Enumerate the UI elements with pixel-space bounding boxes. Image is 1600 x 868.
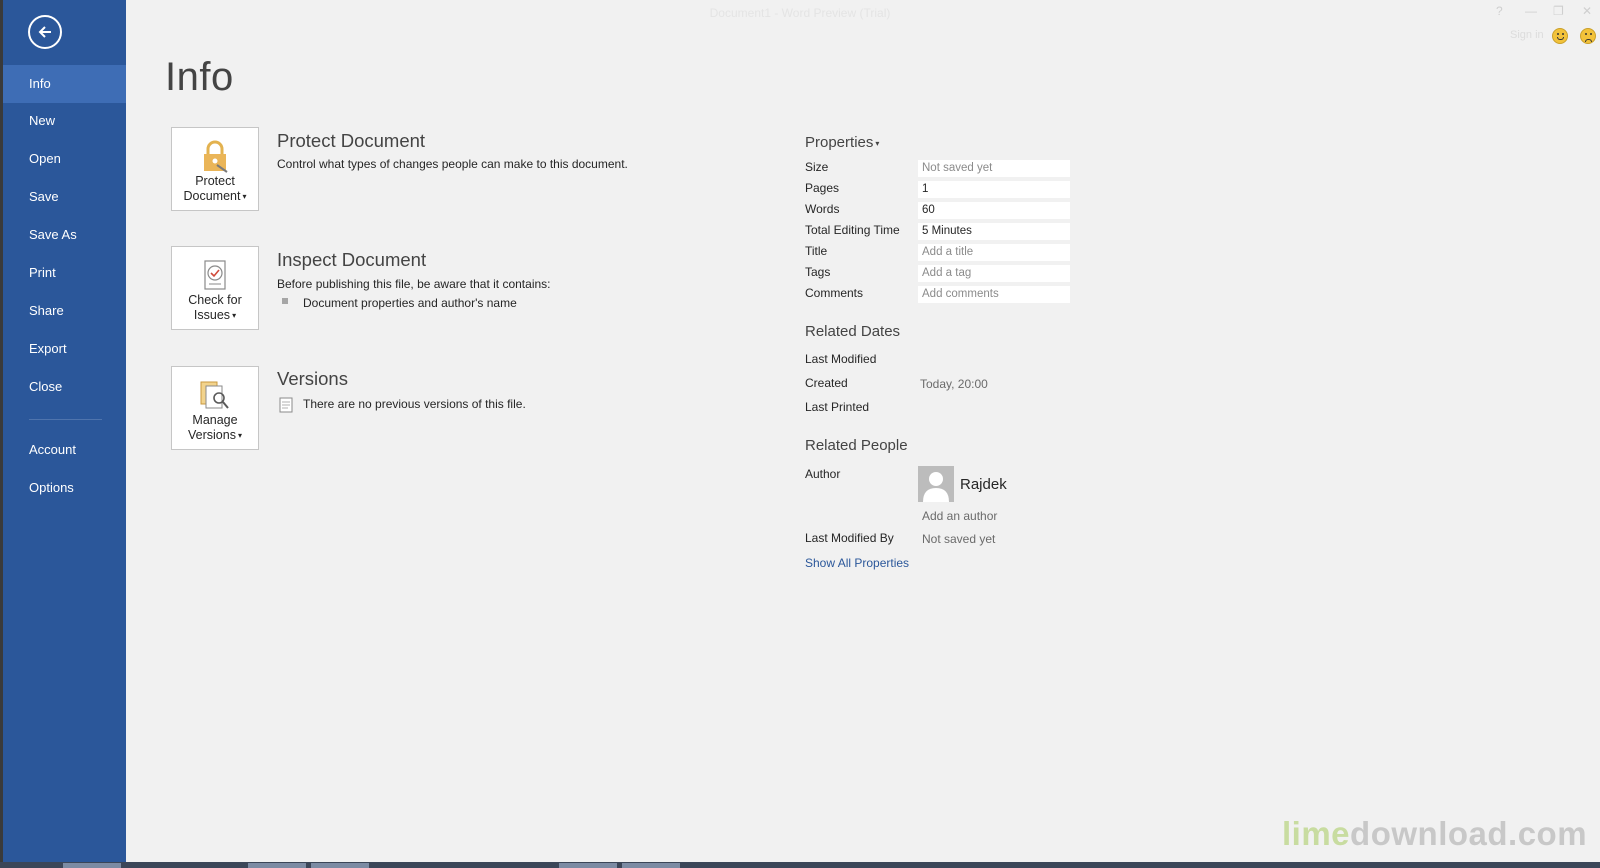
prop-label-tags: Tags	[805, 265, 831, 279]
page-title: Info	[165, 55, 234, 99]
prop-value-size: Not saved yet	[918, 160, 1070, 177]
check-for-issues-button[interactable]: Check for Issues ▾	[171, 246, 259, 330]
prop-title-field[interactable]: Add a title	[918, 244, 1070, 261]
show-all-properties-link[interactable]: Show All Properties	[805, 556, 909, 570]
manage-versions-icon	[200, 381, 229, 409]
watermark-part1: lime	[1282, 815, 1351, 852]
prop-comments-field[interactable]: Add comments	[918, 286, 1070, 303]
nav-open[interactable]: Open	[3, 140, 126, 178]
prop-label-pages: Pages	[805, 181, 840, 195]
protect-document-button[interactable]: Protect Document ▾	[171, 127, 259, 211]
last-modified-by-value: Not saved yet	[922, 532, 996, 546]
versions-title: Versions	[277, 368, 348, 389]
protect-button-label-1: Protect	[195, 174, 235, 188]
last-printed-label: Last Printed	[805, 400, 870, 414]
chevron-down-icon: ▾	[232, 311, 237, 321]
taskbar-item[interactable]	[311, 863, 369, 868]
sign-in-link[interactable]: Sign in	[1510, 29, 1544, 41]
back-button[interactable]	[28, 15, 62, 49]
nav-save[interactable]: Save	[3, 178, 126, 216]
prop-label-size: Size	[805, 160, 829, 174]
frown-feedback-icon[interactable]	[1580, 28, 1596, 44]
document-icon	[279, 397, 293, 413]
nav-save-as[interactable]: Save As	[3, 216, 126, 254]
nav-close[interactable]: Close	[3, 368, 126, 406]
nav-share[interactable]: Share	[3, 292, 126, 330]
avatar[interactable]	[918, 466, 954, 502]
chevron-down-icon: ▾	[875, 138, 880, 148]
person-icon	[923, 472, 949, 502]
taskbar-item[interactable]	[559, 863, 617, 868]
properties-dropdown[interactable]: Properties ▾	[805, 134, 879, 151]
prop-value-pages: 1	[918, 181, 1070, 198]
prop-value-editing-time: 5 Minutes	[918, 223, 1070, 240]
author-name[interactable]: Rajdek	[960, 476, 1007, 493]
inspect-bullet-text: Document properties and author's name	[303, 296, 517, 310]
author-label: Author	[805, 467, 841, 481]
last-modified-by-label: Last Modified By	[805, 531, 894, 545]
prop-label-words: Words	[805, 202, 840, 216]
watermark-logo: limedownload.com	[1282, 815, 1587, 853]
properties-heading: Properties	[805, 134, 874, 151]
related-people-heading: Related People	[805, 437, 908, 454]
help-button[interactable]: ?	[1496, 4, 1503, 18]
taskbar-item[interactable]	[248, 863, 306, 868]
add-author-link[interactable]: Add an author	[922, 509, 997, 523]
prop-label-title: Title	[805, 244, 828, 258]
protect-title: Protect Document	[277, 130, 426, 151]
manage-versions-button[interactable]: Manage Versions ▾	[171, 366, 259, 450]
window-title: Document1 - Word Preview (Trial)	[709, 6, 891, 20]
watermark-part2: download.com	[1350, 815, 1588, 852]
lock-icon	[204, 140, 228, 173]
taskbar	[0, 862, 1600, 868]
prop-value-words: 60	[918, 202, 1070, 219]
manage-button-label-2: Versions	[188, 428, 236, 442]
protect-button-label-2: Document	[183, 189, 241, 203]
prop-label-comments: Comments	[805, 286, 864, 300]
check-button-label-1: Check for	[188, 293, 242, 307]
back-arrow-icon	[38, 26, 51, 38]
smile-feedback-icon[interactable]	[1552, 28, 1568, 44]
taskbar-item[interactable]	[622, 863, 680, 868]
nav-print[interactable]: Print	[3, 254, 126, 292]
restore-button[interactable]: ❐	[1553, 4, 1564, 18]
bullet-icon	[282, 298, 288, 304]
versions-desc: There are no previous versions of this f…	[303, 397, 526, 411]
minimize-button[interactable]: —	[1525, 4, 1537, 18]
inspect-title: Inspect Document	[277, 249, 427, 270]
inspect-desc: Before publishing this file, be aware th…	[277, 277, 551, 291]
backstage-sidebar: Info New Open Save Save As Print Share E…	[0, 0, 126, 862]
chevron-down-icon: ▾	[242, 192, 247, 202]
nav-account[interactable]: Account	[3, 431, 126, 469]
prop-label-editing-time: Total Editing Time	[805, 223, 900, 237]
close-window-button[interactable]: ✕	[1582, 4, 1592, 18]
created-value: Today, 20:00	[920, 377, 988, 391]
nav-divider	[29, 419, 102, 420]
protect-desc: Control what types of changes people can…	[277, 157, 628, 171]
created-label: Created	[805, 376, 848, 390]
last-modified-label: Last Modified	[805, 352, 877, 366]
taskbar-item[interactable]	[63, 863, 121, 868]
nav-export[interactable]: Export	[3, 330, 126, 368]
nav-options[interactable]: Options	[3, 469, 126, 507]
manage-button-label-1: Manage	[192, 413, 238, 427]
nav-new[interactable]: New	[3, 102, 126, 140]
nav-info[interactable]: Info	[3, 65, 126, 103]
related-dates-heading: Related Dates	[805, 323, 901, 340]
inspect-document-icon	[204, 260, 226, 290]
chevron-down-icon: ▾	[237, 431, 242, 441]
prop-tags-field[interactable]: Add a tag	[918, 265, 1070, 282]
check-button-label-2: Issues	[193, 308, 231, 322]
